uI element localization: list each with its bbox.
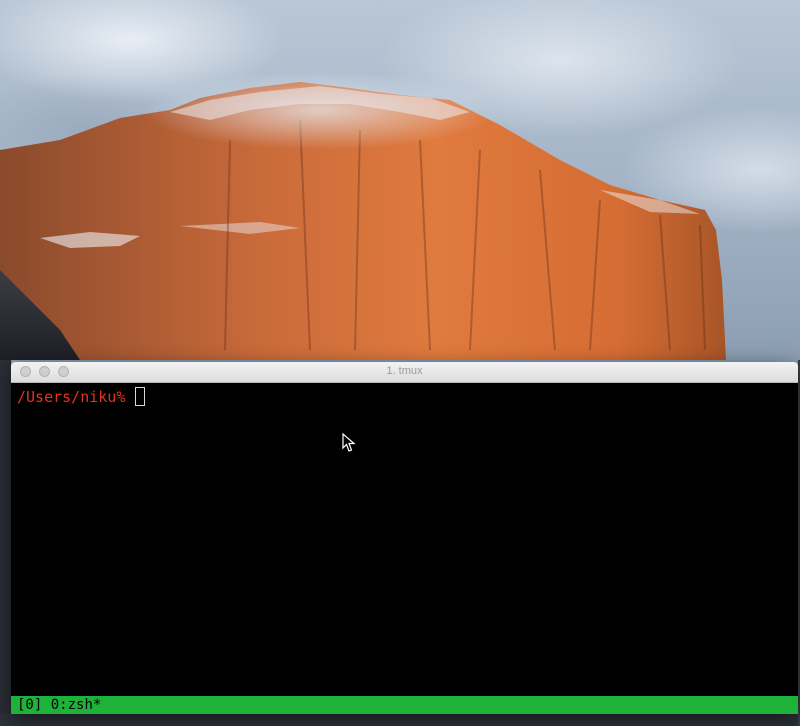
terminal-content[interactable]: /Users/niku% <box>11 383 798 696</box>
cloud-fog <box>140 70 500 150</box>
window-title: 1. tmux <box>386 365 423 377</box>
shell-prompt: /Users/niku% <box>17 388 126 406</box>
text-cursor <box>135 387 146 406</box>
terminal-window[interactable]: 1. tmux /Users/niku% [0] 0:zsh* <box>11 362 798 714</box>
window-tab-zsh[interactable]: 0:zsh* <box>51 697 102 713</box>
mouse-pointer-icon <box>342 433 356 452</box>
session-index: [0] <box>17 697 43 713</box>
tmux-status-bar: [0] 0:zsh* <box>11 696 798 714</box>
prompt-line: /Users/niku% <box>17 387 792 406</box>
window-titlebar[interactable]: 1. tmux <box>11 362 798 383</box>
